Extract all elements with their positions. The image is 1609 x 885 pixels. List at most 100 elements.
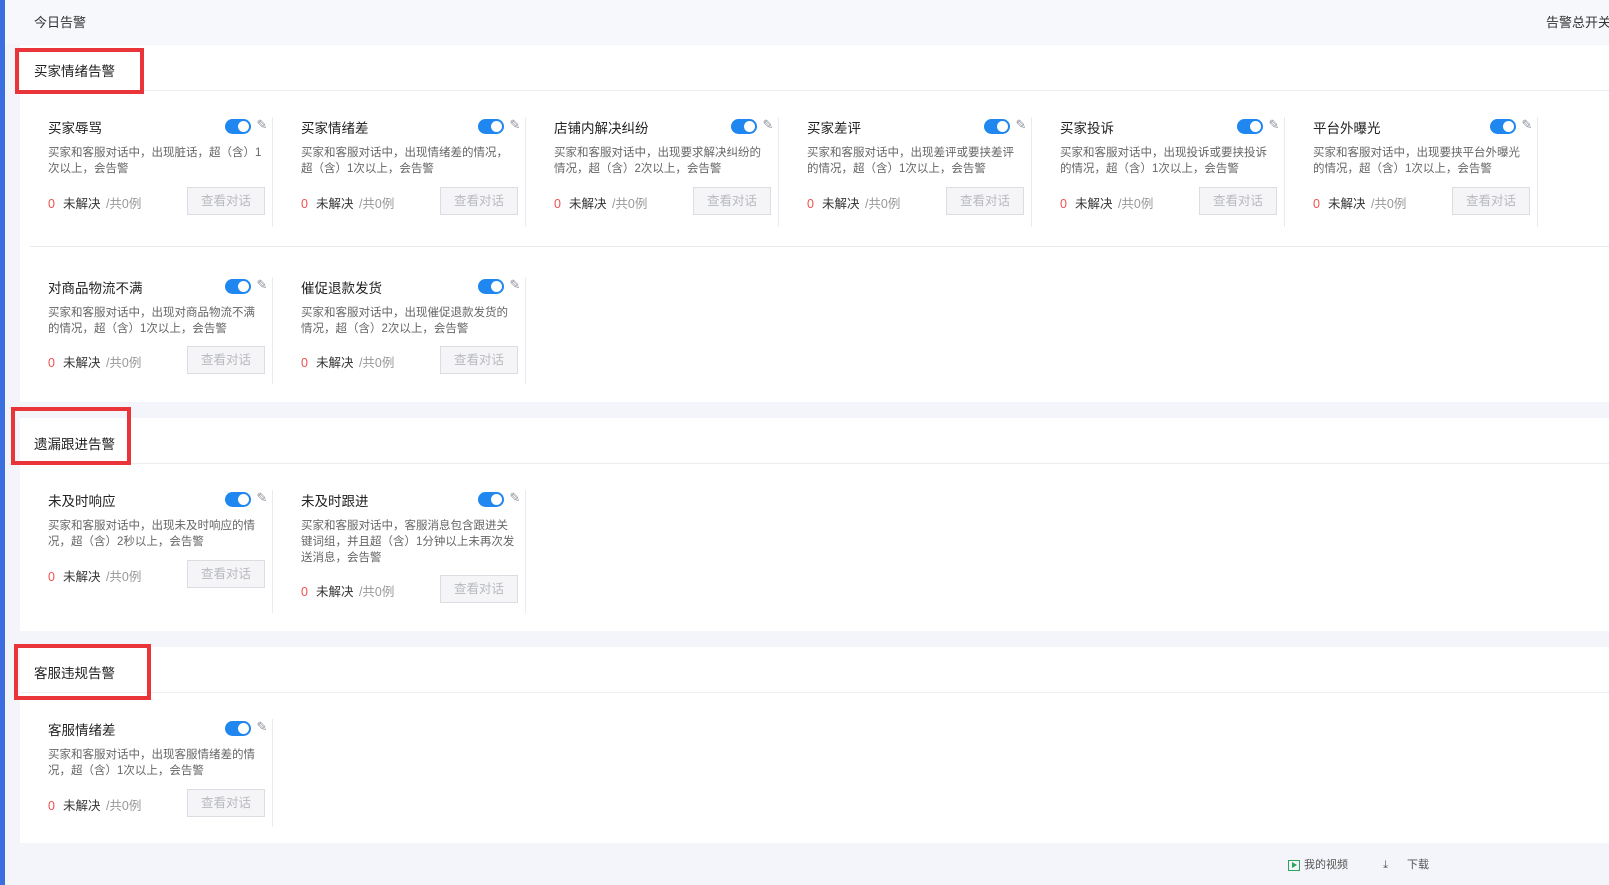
alert-stat: 0 未解决 /共0例 bbox=[301, 581, 394, 600]
highlight-box bbox=[14, 644, 151, 700]
alert-name: 买家投诉 bbox=[1060, 121, 1114, 136]
view-conversation-button[interactable]: 查看对话 bbox=[1199, 187, 1277, 215]
section-agent-violation: 客服违规告警 客服情绪差 ✎ 买家和客服对话中，出现客服情绪差的情况，超（含）1… bbox=[20, 647, 1609, 843]
edit-icon[interactable]: ✎ bbox=[1013, 117, 1029, 133]
highlight-box bbox=[15, 48, 144, 94]
enable-toggle[interactable] bbox=[225, 492, 251, 507]
enable-toggle[interactable] bbox=[478, 119, 504, 134]
alert-stat: 0 未解决 /共0例 bbox=[48, 566, 141, 585]
unresolved-count: 0 bbox=[48, 570, 55, 584]
view-conversation-button[interactable]: 查看对话 bbox=[187, 560, 265, 588]
view-conversation-button[interactable]: 查看对话 bbox=[440, 346, 518, 374]
unresolved-count: 0 bbox=[1060, 197, 1067, 211]
unresolved-count: 0 bbox=[554, 197, 561, 211]
unresolved-label: 未解决 bbox=[315, 356, 354, 370]
total-count: /共0例 bbox=[105, 356, 142, 370]
alert-description: 买家和客服对话中，出现要挟平台外曝光的情况，超（含）1次以上，会告警 bbox=[1313, 147, 1520, 175]
total-count: /共0例 bbox=[105, 197, 142, 211]
view-conversation-button[interactable]: 查看对话 bbox=[187, 187, 265, 215]
view-conversation-button[interactable]: 查看对话 bbox=[693, 187, 771, 215]
alert-name: 买家差评 bbox=[807, 121, 861, 136]
view-conversation-button[interactable]: 查看对话 bbox=[946, 187, 1024, 215]
alert-card: 对商品物流不满 ✎ 买家和客服对话中，出现对商品物流不满的情况，超（含）1次以上… bbox=[20, 277, 273, 384]
total-count: /共0例 bbox=[358, 585, 395, 599]
unresolved-count: 0 bbox=[301, 585, 308, 599]
view-conversation-button[interactable]: 查看对话 bbox=[440, 575, 518, 603]
unresolved-count: 0 bbox=[1313, 197, 1320, 211]
edit-icon[interactable]: ✎ bbox=[254, 117, 270, 133]
unresolved-count: 0 bbox=[807, 197, 814, 211]
view-conversation-button[interactable]: 查看对话 bbox=[440, 187, 518, 215]
alert-card: 买家差评 ✎ 买家和客服对话中，出现差评或要挟差评的情况，超（含）1次以上，会告… bbox=[779, 117, 1032, 227]
enable-toggle[interactable] bbox=[731, 119, 757, 134]
edit-icon[interactable]: ✎ bbox=[760, 117, 776, 133]
unresolved-label: 未解决 bbox=[62, 799, 101, 813]
total-count: /共0例 bbox=[358, 197, 395, 211]
view-conversation-button[interactable]: 查看对话 bbox=[187, 789, 265, 817]
unresolved-label: 未解决 bbox=[821, 197, 860, 211]
alert-name: 店铺内解决纠纷 bbox=[554, 121, 649, 136]
enable-toggle[interactable] bbox=[225, 279, 251, 294]
edit-icon[interactable]: ✎ bbox=[254, 277, 270, 293]
unresolved-label: 未解决 bbox=[315, 197, 354, 211]
enable-toggle[interactable] bbox=[478, 279, 504, 294]
enable-toggle[interactable] bbox=[225, 119, 251, 134]
alert-card: 未及时跟进 ✎ 买家和客服对话中，客服消息包含跟进关键词组，并且超（含）1分钟以… bbox=[273, 490, 526, 613]
unresolved-label: 未解决 bbox=[568, 197, 607, 211]
enable-toggle[interactable] bbox=[225, 721, 251, 736]
edit-icon[interactable]: ✎ bbox=[1266, 117, 1282, 133]
enable-toggle[interactable] bbox=[984, 119, 1010, 134]
alert-card: 催促退款发货 ✎ 买家和客服对话中，出现催促退款发货的情况，超（含）2次以上，会… bbox=[273, 277, 526, 384]
unresolved-label: 未解决 bbox=[62, 570, 101, 584]
alert-description: 买家和客服对话中，客服消息包含跟进关键词组，并且超（含）1分钟以上未再次发送消息… bbox=[301, 520, 515, 564]
total-count: /共0例 bbox=[105, 570, 142, 584]
unresolved-label: 未解决 bbox=[1074, 197, 1113, 211]
alert-card: 平台外曝光 ✎ 买家和客服对话中，出现要挟平台外曝光的情况，超（含）1次以上，会… bbox=[1285, 117, 1538, 227]
enable-toggle[interactable] bbox=[1237, 119, 1263, 134]
alert-name: 平台外曝光 bbox=[1313, 121, 1381, 136]
edit-icon[interactable]: ✎ bbox=[254, 490, 270, 506]
section-header: 遗漏跟进告警 bbox=[20, 418, 1609, 464]
unresolved-label: 未解决 bbox=[1327, 197, 1366, 211]
page-header: 今日告警 告警总开关 bbox=[5, 0, 1609, 44]
alert-description: 买家和客服对话中，出现投诉或要挟投诉的情况，超（含）1次以上，会告警 bbox=[1060, 147, 1267, 175]
total-count: /共0例 bbox=[611, 197, 648, 211]
section-buyer-emotion: 买家情绪告警 买家辱骂 ✎ 买家和客服对话中，出现脏话，超（含）1次以上，会告警… bbox=[20, 45, 1609, 402]
alert-card: 买家投诉 ✎ 买家和客服对话中，出现投诉或要挟投诉的情况，超（含）1次以上，会告… bbox=[1032, 117, 1285, 227]
left-accent-rail bbox=[0, 0, 5, 885]
total-count: /共0例 bbox=[358, 356, 395, 370]
row-divider bbox=[30, 246, 1609, 247]
alert-stat: 0 未解决 /共0例 bbox=[301, 352, 394, 371]
total-count: /共0例 bbox=[1117, 197, 1154, 211]
alert-card: 客服情绪差 ✎ 买家和客服对话中，出现客服情绪差的情况，超（含）1次以上，会告警… bbox=[20, 719, 273, 827]
alert-stat: 0 未解决 /共0例 bbox=[1313, 193, 1406, 212]
edit-icon[interactable]: ✎ bbox=[507, 277, 523, 293]
enable-toggle[interactable] bbox=[478, 492, 504, 507]
alert-stat: 0 未解决 /共0例 bbox=[48, 352, 141, 371]
alert-stat: 0 未解决 /共0例 bbox=[48, 795, 141, 814]
master-switch-label[interactable]: 告警总开关 bbox=[1546, 12, 1609, 31]
alert-stat: 0 未解决 /共0例 bbox=[301, 193, 394, 212]
my-video-item[interactable]: 我的视频 bbox=[1288, 859, 1364, 871]
alert-name: 买家情绪差 bbox=[301, 121, 369, 136]
view-conversation-button[interactable]: 查看对话 bbox=[1452, 187, 1530, 215]
download-item[interactable]: ⤓ 下载 bbox=[1383, 859, 1445, 871]
unresolved-label: 未解决 bbox=[62, 197, 101, 211]
total-count: /共0例 bbox=[105, 799, 142, 813]
alert-name: 买家辱骂 bbox=[48, 121, 102, 136]
edit-icon[interactable]: ✎ bbox=[1519, 117, 1535, 133]
edit-icon[interactable]: ✎ bbox=[507, 117, 523, 133]
edit-icon[interactable]: ✎ bbox=[254, 719, 270, 735]
alert-card: 买家情绪差 ✎ 买家和客服对话中，出现情绪差的情况，超（含）1次以上，会告警 0… bbox=[273, 117, 526, 227]
unresolved-label: 未解决 bbox=[62, 356, 101, 370]
alert-description: 买家和客服对话中，出现要求解决纠纷的情况，超（含）2次以上，会告警 bbox=[554, 147, 761, 175]
alert-name: 未及时跟进 bbox=[301, 494, 369, 509]
view-conversation-button[interactable]: 查看对话 bbox=[187, 346, 265, 374]
alert-description: 买家和客服对话中，出现脏话，超（含）1次以上，会告警 bbox=[48, 147, 262, 175]
alert-description: 买家和客服对话中，出现情绪差的情况，超（含）1次以上，会告警 bbox=[301, 147, 508, 175]
highlight-box bbox=[11, 407, 131, 465]
edit-icon[interactable]: ✎ bbox=[507, 490, 523, 506]
unresolved-count: 0 bbox=[48, 356, 55, 370]
alert-description: 买家和客服对话中，出现催促退款发货的情况，超（含）2次以上，会告警 bbox=[301, 307, 508, 335]
enable-toggle[interactable] bbox=[1490, 119, 1516, 134]
